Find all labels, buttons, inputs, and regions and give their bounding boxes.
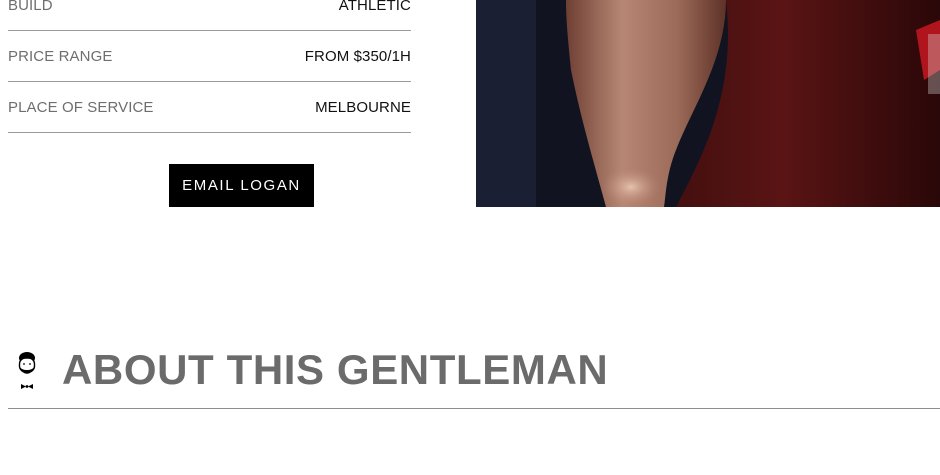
detail-row-place-of-service: PLACE OF SERVICE MELBOURNE	[8, 82, 411, 133]
detail-label: BUILD	[8, 0, 53, 14]
detail-value: FROM $350/1H	[304, 47, 411, 65]
email-button[interactable]: EMAIL LOGAN	[169, 164, 314, 207]
about-section-header: ABOUT THIS GENTLEMAN	[8, 340, 940, 409]
profile-page: BUILD ATHLETIC PRICE RANGE FROM $350/1H …	[0, 0, 940, 475]
detail-label: PRICE RANGE	[8, 47, 113, 65]
profile-photo-image	[476, 0, 940, 207]
about-section-title: ABOUT THIS GENTLEMAN	[62, 346, 609, 393]
detail-value: ATHLETIC	[338, 0, 411, 14]
profile-photo	[476, 0, 940, 207]
profile-details-list: BUILD ATHLETIC PRICE RANGE FROM $350/1H …	[8, 0, 411, 133]
detail-row-price-range: PRICE RANGE FROM $350/1H	[8, 31, 411, 82]
detail-row-build: BUILD ATHLETIC	[8, 0, 411, 31]
detail-value: MELBOURNE	[315, 98, 411, 116]
gentleman-bowtie-icon	[18, 352, 36, 389]
detail-label: PLACE OF SERVICE	[8, 98, 154, 116]
